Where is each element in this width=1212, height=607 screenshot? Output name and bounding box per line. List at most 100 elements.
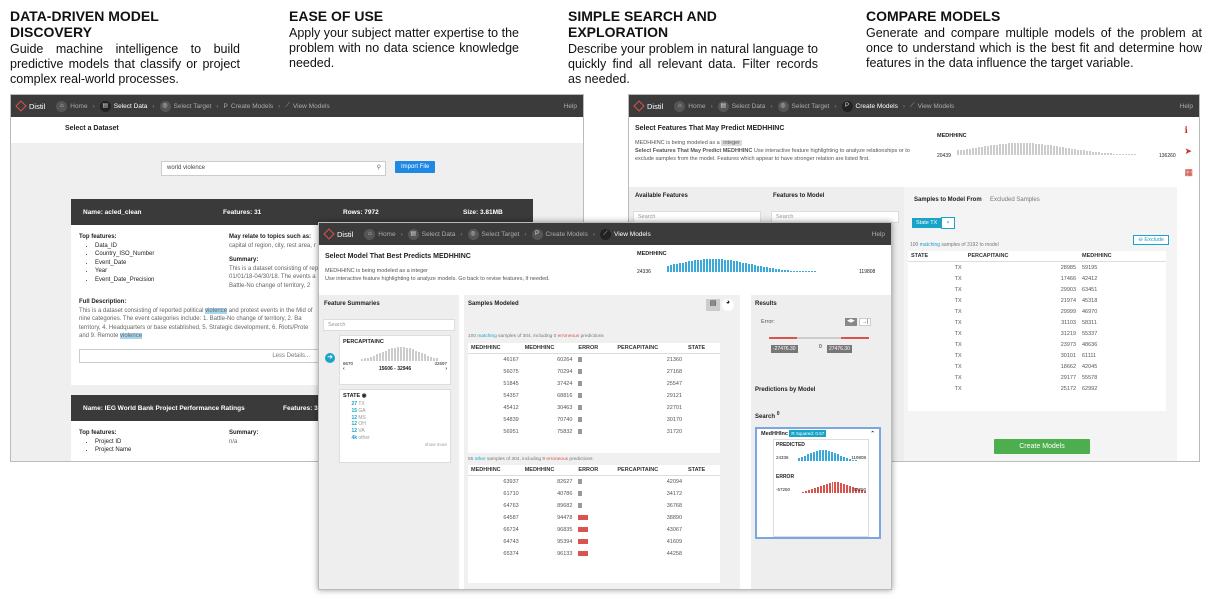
table-row[interactable]: TX 29903 63451 — [908, 284, 1166, 295]
nav-select-target[interactable]: ◎ Select Target — [777, 100, 829, 112]
table-row[interactable]: 65374 96133 44258 — [468, 548, 720, 560]
table-row[interactable]: TX 17466 42412 — [908, 273, 1166, 284]
table-row[interactable]: 46167 60264 21360 — [468, 354, 720, 367]
model-card[interactable]: MedHHInc R Squared: 0.57 ⌃ PREDICTED 2433… — [755, 427, 881, 539]
type-dropdown[interactable]: integer — [721, 140, 743, 146]
table-row[interactable]: TX 25172 62992 — [908, 383, 1166, 394]
table-view-icon[interactable]: ▤ — [706, 299, 720, 311]
brand[interactable]: Distil — [633, 100, 663, 112]
help-link[interactable]: Help — [872, 231, 885, 238]
column-header[interactable]: MEDHHINC — [1079, 251, 1166, 262]
table-row[interactable]: 51845 37424 25547 — [468, 378, 720, 390]
histogram-bar — [846, 458, 848, 461]
table-row[interactable]: 56075 70294 27168 — [468, 366, 720, 378]
nav-view-models[interactable]: ⟋ View Models — [600, 228, 651, 240]
column-header[interactable]: ERROR — [575, 343, 615, 354]
arrow-right-icon[interactable]: ➜ — [325, 353, 335, 363]
table-row[interactable]: TX 29999 46970 — [908, 306, 1166, 317]
table-row[interactable]: TX 18662 42045 — [908, 361, 1166, 372]
show-more-link[interactable]: show more — [343, 442, 447, 447]
feature-search-input[interactable]: Search — [323, 319, 455, 331]
table-row[interactable]: TX 31219 55337 — [908, 328, 1166, 339]
tab-excluded-samples[interactable]: Excluded Samples — [990, 197, 1040, 203]
table-row[interactable]: TX 28985 59195 — [908, 262, 1166, 274]
nav-home[interactable]: ⌂ Home — [364, 228, 396, 240]
table-cell — [575, 548, 614, 560]
table-row[interactable]: 64587 94478 38890 — [468, 512, 720, 524]
create-models-button[interactable]: Create Models — [994, 439, 1090, 454]
error-slider[interactable] — [769, 337, 869, 339]
column-header[interactable]: STATE — [908, 251, 965, 262]
help-link[interactable]: Help — [564, 103, 577, 110]
threshold-icon[interactable]: →| — [858, 318, 872, 326]
nav-select-data[interactable]: ▤ Select Data — [407, 228, 455, 240]
nav-home[interactable]: ⌂ Home — [56, 100, 88, 112]
facet-histogram[interactable] — [361, 347, 447, 361]
table-row[interactable]: TX 21974 45318 — [908, 295, 1166, 306]
facet-item[interactable]: 4k other — [343, 435, 447, 442]
target-histogram[interactable] — [667, 259, 816, 272]
brand[interactable]: Distil — [15, 100, 45, 112]
brand[interactable]: Distil — [323, 228, 353, 240]
help-link[interactable]: Help — [1180, 103, 1193, 110]
nav-select-data[interactable]: ▤ Select Data — [717, 100, 765, 112]
percapitainc-facet[interactable]: PERCAPITAINC 8670 32697 ‹ 15606 - 32946 › — [339, 335, 451, 385]
facet-item[interactable]: 27 TX — [343, 401, 447, 408]
histogram-bar — [667, 266, 669, 272]
facet-item[interactable]: 12 OH — [343, 421, 447, 428]
table-row[interactable]: TX 31103 58311 — [908, 317, 1166, 328]
column-header[interactable]: MEDHHINC — [521, 465, 576, 476]
state-facet[interactable]: STATE ◉ 27 TX 15 GA 12 MS 12 OH 12 VA 4k othe… — [339, 389, 451, 463]
collapse-icon[interactable]: ⌃ — [870, 431, 875, 437]
column-header[interactable]: STATE — [685, 343, 720, 354]
facet-item[interactable]: 15 GA — [343, 408, 447, 415]
target-histogram[interactable] — [957, 143, 1136, 155]
column-header[interactable]: MEDHHINC — [468, 465, 522, 476]
exclude-button[interactable]: ⊖ Exclude — [1133, 235, 1169, 245]
less-details-button[interactable]: Less Details... — [79, 348, 319, 363]
tab-samples-to-model[interactable]: Samples to Model From — [914, 197, 982, 203]
range-icon[interactable]: ◀▶ — [845, 318, 857, 326]
column-header[interactable]: MEDHHINC — [468, 343, 522, 354]
table-row[interactable]: 56951 75832 31720 — [468, 426, 720, 438]
close-icon[interactable]: × — [941, 217, 955, 229]
image-view-icon[interactable]: ◕ — [722, 299, 734, 311]
nav-select-target[interactable]: ◎ Select Target — [159, 100, 211, 112]
table-row[interactable]: 64743 95394 41609 — [468, 536, 720, 548]
table-row[interactable]: 64763 89682 36768 — [468, 500, 720, 512]
table-row[interactable]: 54839 70740 30170 — [468, 414, 720, 426]
nav-home[interactable]: ⌂ Home — [674, 100, 706, 112]
chevron-left-icon[interactable]: ‹ — [343, 366, 345, 372]
import-file-button[interactable]: Import File — [395, 161, 436, 173]
nav-view-models[interactable]: ⟋ View Models — [285, 102, 329, 110]
dataset-search-input[interactable]: world violence ⚲ — [161, 161, 386, 176]
column-header[interactable]: STATE — [685, 465, 720, 476]
table-row[interactable]: 45412 30463 22701 — [468, 402, 720, 414]
nav-select-data[interactable]: ▤ Select Data — [99, 100, 147, 112]
column-header[interactable]: PERCAPITAINC — [964, 251, 1079, 262]
column-header[interactable]: ERROR — [575, 465, 615, 476]
table-icon[interactable]: ▦ — [1184, 167, 1193, 178]
facet-item[interactable]: 12 MS — [343, 415, 447, 422]
nav-create-models[interactable]: P Create Models — [224, 103, 274, 110]
column-header[interactable]: MEDHHINC — [521, 343, 576, 354]
nav-create-models[interactable]: P Create Models — [531, 228, 588, 240]
info-icon[interactable]: ℹ — [1184, 125, 1193, 136]
table-row[interactable]: TX 23973 48636 — [908, 339, 1166, 350]
pin-icon[interactable]: ➤ — [1184, 146, 1193, 157]
nav-view-models[interactable]: ⟋ View Models — [910, 102, 954, 110]
histogram-bar — [430, 357, 432, 361]
nav-create-models[interactable]: P Create Models — [841, 100, 898, 112]
table-row[interactable]: TX 29177 55578 — [908, 372, 1166, 383]
table-row[interactable]: 61710 40786 34172 — [468, 488, 720, 500]
nav-select-target[interactable]: ◎ Select Target — [467, 228, 519, 240]
filter-chip[interactable]: State TX × — [912, 217, 955, 229]
column-header[interactable]: PERCAPITAINC — [614, 465, 685, 476]
table-row[interactable]: 66724 96835 43067 — [468, 524, 720, 536]
table-row[interactable]: 63937 82627 42094 — [468, 476, 720, 489]
chevron-right-icon[interactable]: › — [445, 366, 447, 372]
table-row[interactable]: 54357 68816 29121 — [468, 390, 720, 402]
facet-item[interactable]: 12 VA — [343, 428, 447, 435]
column-header[interactable]: PERCAPITAINC — [614, 343, 685, 354]
table-row[interactable]: TX 30101 61111 — [908, 350, 1166, 361]
